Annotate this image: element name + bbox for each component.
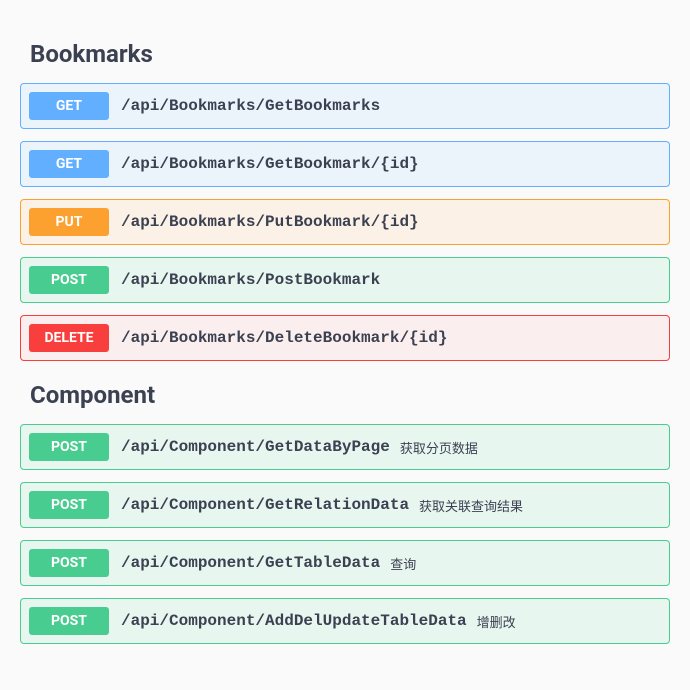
endpoint-path: /api/Bookmarks/PostBookmark xyxy=(121,271,380,289)
endpoint-row[interactable]: POST /api/Component/GetTableData 查询 xyxy=(20,540,670,586)
method-badge: PUT xyxy=(29,208,109,236)
method-badge: DELETE xyxy=(29,324,109,352)
endpoint-path: /api/Component/GetTableData xyxy=(121,554,380,572)
endpoint-row[interactable]: PUT /api/Bookmarks/PutBookmark/{id} xyxy=(20,199,670,245)
endpoint-desc: 获取关联查询结果 xyxy=(419,496,523,515)
endpoint-path: /api/Component/AddDelUpdateTableData xyxy=(121,612,467,630)
endpoint-path: /api/Bookmarks/DeleteBookmark/{id} xyxy=(121,329,447,347)
method-badge: GET xyxy=(29,150,109,178)
method-badge: POST xyxy=(29,549,109,577)
method-badge: POST xyxy=(29,607,109,635)
endpoint-desc: 增删改 xyxy=(477,612,516,631)
endpoint-row[interactable]: POST /api/Component/GetDataByPage 获取分页数据 xyxy=(20,424,670,470)
endpoint-row[interactable]: POST /api/Component/GetRelationData 获取关联… xyxy=(20,482,670,528)
endpoint-row[interactable]: POST /api/Bookmarks/PostBookmark xyxy=(20,257,670,303)
endpoint-desc: 获取分页数据 xyxy=(400,438,478,457)
section-title[interactable]: Component xyxy=(30,381,670,409)
endpoint-row[interactable]: GET /api/Bookmarks/GetBookmarks xyxy=(20,83,670,129)
endpoint-row[interactable]: POST /api/Component/AddDelUpdateTableDat… xyxy=(20,598,670,644)
endpoint-path: /api/Component/GetRelationData xyxy=(121,496,409,514)
endpoint-path: /api/Bookmarks/GetBookmarks xyxy=(121,97,380,115)
endpoint-row[interactable]: DELETE /api/Bookmarks/DeleteBookmark/{id… xyxy=(20,315,670,361)
endpoint-desc: 查询 xyxy=(390,554,416,573)
method-badge: POST xyxy=(29,433,109,461)
endpoint-path: /api/Component/GetDataByPage xyxy=(121,438,390,456)
method-badge: POST xyxy=(29,266,109,294)
endpoint-path: /api/Bookmarks/GetBookmark/{id} xyxy=(121,155,419,173)
section-title[interactable]: Bookmarks xyxy=(30,40,670,68)
endpoint-path: /api/Bookmarks/PutBookmark/{id} xyxy=(121,213,419,231)
method-badge: GET xyxy=(29,92,109,120)
endpoint-row[interactable]: GET /api/Bookmarks/GetBookmark/{id} xyxy=(20,141,670,187)
method-badge: POST xyxy=(29,491,109,519)
